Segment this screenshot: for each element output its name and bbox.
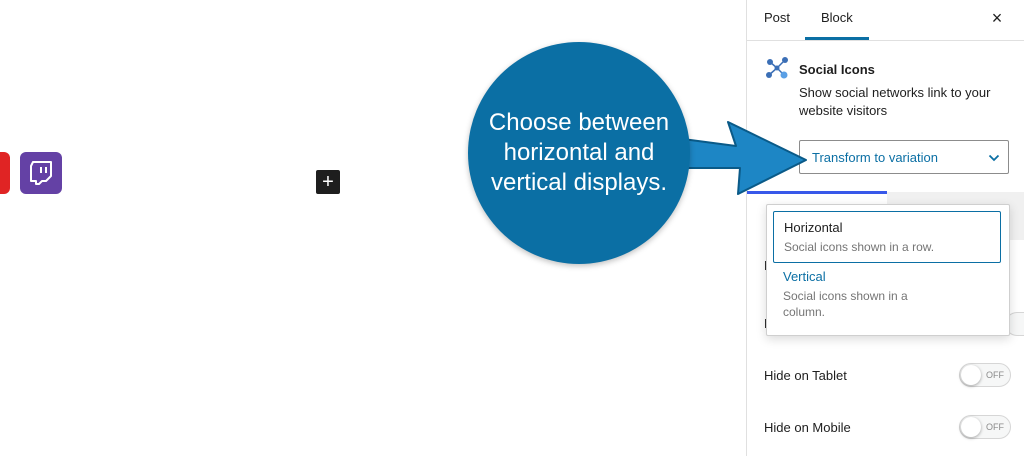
option-horizontal[interactable]: Horizontal Social icons shown in a row. <box>773 211 1001 263</box>
hide-tablet-toggle[interactable]: OFF <box>959 363 1011 387</box>
option-vertical[interactable]: Vertical Social icons shown in a column. <box>773 261 1001 327</box>
tab-block[interactable]: Block <box>821 0 853 40</box>
callout-text: Choose between horizontal and vertical d… <box>488 109 670 196</box>
toggle-state: OFF <box>986 422 1004 432</box>
transform-variation-label: Transform to variation <box>812 150 938 165</box>
close-sidebar-button[interactable]: × <box>987 8 1007 28</box>
option-title: Vertical <box>783 269 826 284</box>
sidebar-tabs: Post Block × <box>747 0 1024 41</box>
hide-mobile-toggle[interactable]: OFF <box>959 415 1011 439</box>
social-icons-block-icon <box>766 57 788 79</box>
variation-dropdown: Horizontal Social icons shown in a row. … <box>766 204 1010 336</box>
close-icon: × <box>991 7 1003 28</box>
option-title: Horizontal <box>784 220 843 235</box>
chevron-down-icon <box>988 154 1000 162</box>
toggle-knob <box>961 417 981 437</box>
hide-tablet-label: Hide on Tablet <box>764 368 847 383</box>
twitch-icon[interactable] <box>20 152 62 194</box>
block-title: Social Icons <box>799 62 875 77</box>
add-block-button[interactable]: + <box>316 170 340 194</box>
twitch-glyph-icon <box>30 161 52 185</box>
tab-post[interactable]: Post <box>764 0 790 40</box>
toggle-knob <box>961 365 981 385</box>
option-description: Social icons shown in a column. <box>783 289 908 319</box>
callout-bubble: Choose between horizontal and vertical d… <box>468 42 690 264</box>
transform-variation-select[interactable]: Transform to variation <box>799 140 1009 174</box>
social-icon-partial[interactable] <box>0 152 10 194</box>
block-description: Show social networks link to your websit… <box>799 85 991 118</box>
option-description: Social icons shown in a row. <box>784 240 935 254</box>
toggle-state: OFF <box>986 370 1004 380</box>
hide-mobile-label: Hide on Mobile <box>764 420 851 435</box>
